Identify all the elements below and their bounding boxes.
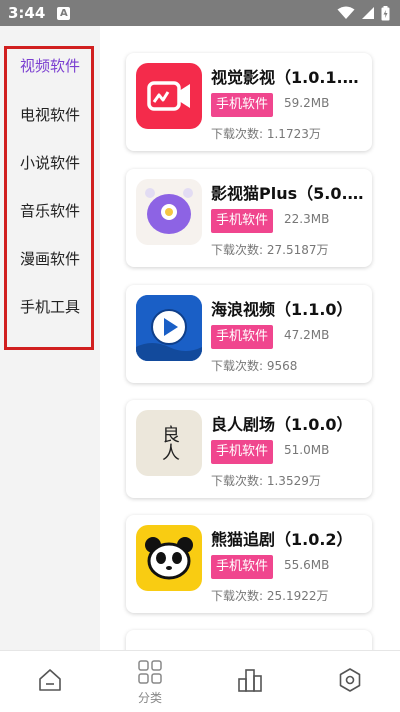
app-card[interactable]: 熊猫追剧（1.0.2） 手机软件 55.6MB 下载次数: 25.1922万 [126,515,372,613]
sidebar-item-comic[interactable]: 漫画软件 [0,238,100,278]
app-card[interactable]: 海浪视频（1.1.0） 手机软件 47.2MB 下载次数: 9568 [126,285,372,383]
app-name: 良人剧场（1.0.0） [211,415,353,434]
app-list: 视觉影视（1.0.1.… 手机软件 59.2MB 下载次数: 1.1723万 影… [100,26,400,650]
app-tag-badge: 手机软件 [211,93,274,117]
app-tag-badge: 手机软件 [211,555,274,579]
app-card-partial[interactable] [126,630,372,650]
battery-icon [381,5,390,20]
bottom-nav: 分类 [0,650,400,712]
sidebar-item-tv[interactable]: 电视软件 [0,94,100,134]
app-size: 55.6MB [284,558,330,572]
nav-home[interactable] [0,651,100,712]
sidebar-item-video[interactable]: 视频软件 [0,45,100,85]
status-time: 3:44 [8,4,46,22]
app-name: 海浪视频（1.1.0） [211,300,353,319]
category-sidebar: 视频软件 电视软件 小说软件 音乐软件 漫画软件 手机工具 [0,26,100,650]
sidebar-item-tools[interactable]: 手机工具 [0,286,100,326]
category-icon [138,660,162,684]
app-tag-badge: 手机软件 [211,209,274,233]
home-icon [39,669,61,691]
notification-a-icon: A [57,6,71,20]
app-download-count: 下载次数: 9568 [211,359,298,373]
app-tag-badge: 手机软件 [211,440,274,464]
status-right-icons [337,5,390,21]
calligraphy-icon: 良人 [136,410,202,476]
app-tag-badge: 手机软件 [211,325,274,349]
calligraphy-text: 良人 [159,425,180,461]
app-name: 影视猫Plus（5.0.… [211,184,364,203]
app-download-count: 下载次数: 1.3529万 [211,474,321,488]
app-size: 47.2MB [284,328,330,342]
app-size: 59.2MB [284,96,330,110]
app-card[interactable]: 视觉影视（1.0.1.… 手机软件 59.2MB 下载次数: 1.1723万 [126,53,372,151]
nav-category-label: 分类 [137,691,162,705]
video-camera-icon [136,63,202,129]
wifi-icon [337,6,355,19]
app-card[interactable]: 影视猫Plus（5.0.… 手机软件 22.3MB 下载次数: 27.5187万 [126,169,372,267]
app-download-count: 下载次数: 1.1723万 [211,127,321,141]
app-name: 熊猫追剧（1.0.2） [211,530,353,549]
play-icon [136,295,202,361]
status-bar: 3:44 A [0,0,400,26]
cat-egg-icon [136,179,202,245]
sidebar-item-novel[interactable]: 小说软件 [0,142,100,182]
app-name: 视觉影视（1.0.1.… [211,68,359,87]
nav-settings[interactable] [300,651,400,712]
sidebar-item-music[interactable]: 音乐软件 [0,190,100,230]
nav-category[interactable]: 分类 [100,651,200,712]
settings-gear-icon [339,668,361,692]
ranking-chart-icon [238,669,262,692]
nav-ranking[interactable] [200,651,300,712]
app-size: 22.3MB [284,212,330,226]
panda-icon [136,525,202,591]
signal-icon [362,7,374,19]
app-download-count: 下载次数: 27.5187万 [211,243,329,257]
app-download-count: 下载次数: 25.1922万 [211,589,329,603]
app-card[interactable]: 良人 良人剧场（1.0.0） 手机软件 51.0MB 下载次数: 1.3529万 [126,400,372,498]
app-size: 51.0MB [284,443,330,457]
